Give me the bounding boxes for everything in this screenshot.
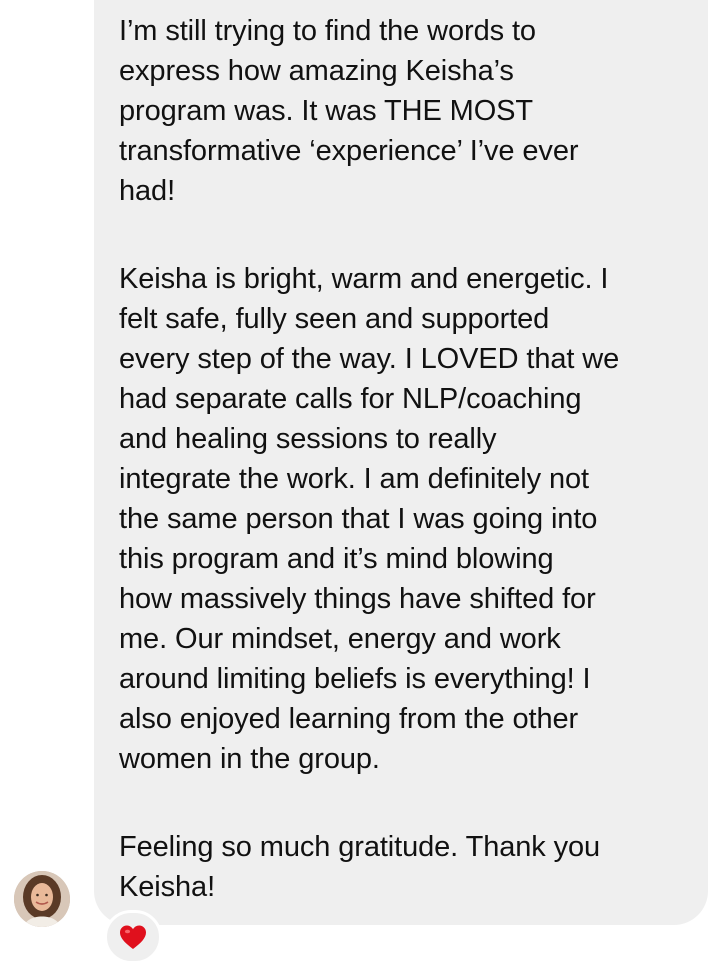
sender-avatar[interactable]: [14, 871, 70, 927]
message-paragraph-3: Feeling so much gratitude. Thank you Kei…: [119, 831, 601, 903]
message-paragraph-2: Keisha is bright, warm and energetic. I …: [119, 263, 620, 775]
avatar-photo: [14, 871, 70, 927]
heart-icon: [120, 925, 146, 949]
message-text: I’m still trying to find the words to ex…: [119, 11, 704, 907]
message-paragraph-1: I’m still trying to find the words to ex…: [119, 15, 579, 207]
message-thread: I’m still trying to find the words to ex…: [0, 0, 727, 970]
heart-reaction[interactable]: [104, 910, 162, 964]
